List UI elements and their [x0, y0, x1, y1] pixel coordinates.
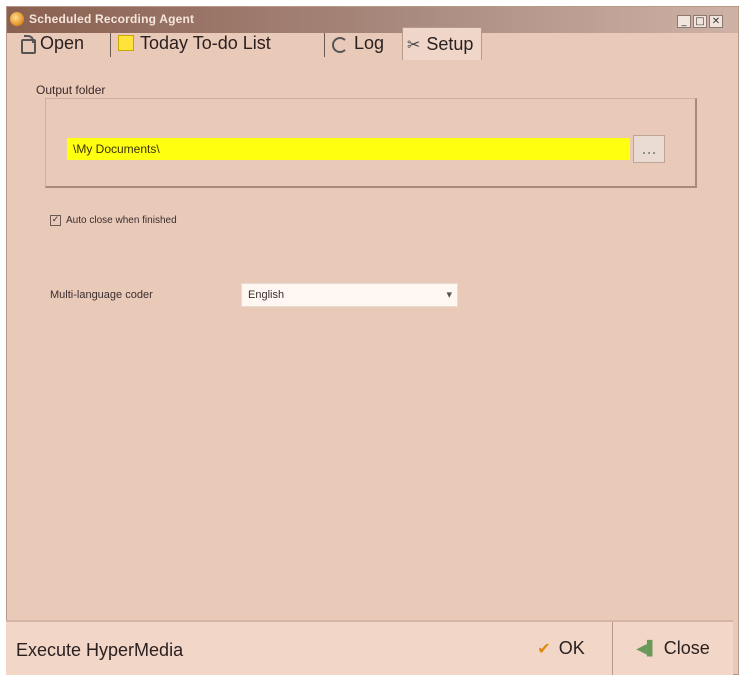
language-label: Multi-language coder — [50, 289, 153, 301]
tab-open-label: Open — [40, 32, 85, 53]
ok-label: OK — [558, 638, 585, 658]
exit-icon: ◀▌ — [636, 640, 658, 657]
language-select[interactable]: English ▾ — [241, 283, 458, 307]
tab-log-label: Log — [354, 32, 385, 53]
tab-setup-label: Setup — [426, 33, 474, 54]
output-folder-input[interactable] — [67, 138, 630, 160]
app-icon — [10, 12, 24, 26]
browse-folder-button[interactable]: … — [633, 135, 665, 163]
status-text: Execute HyperMedia — [16, 640, 184, 660]
todo-icon — [118, 35, 134, 51]
auto-close-checkbox[interactable]: ✓ — [50, 215, 61, 226]
tab-setup[interactable]: ✂ Setup — [402, 27, 483, 60]
folder-browse-icon: … — [641, 140, 657, 158]
chevron-down-icon: ▾ — [446, 288, 452, 301]
tab-todo-label: Today To-do List — [140, 32, 271, 53]
output-folder-label: Output folder — [36, 83, 106, 97]
language-value: English — [248, 289, 285, 301]
close-label: Close — [663, 638, 710, 658]
tab-open[interactable]: Open — [20, 27, 84, 59]
tab-separator — [324, 33, 325, 57]
log-icon — [330, 35, 348, 53]
ok-button[interactable]: ✔ OK — [510, 622, 613, 675]
tab-separator — [110, 33, 111, 57]
setup-icon: ✂ — [407, 34, 421, 54]
checkmark-icon: ✔ — [537, 639, 551, 658]
open-icon — [20, 35, 36, 54]
auto-close-label: Auto close when finished — [66, 215, 177, 226]
tab-log[interactable]: Log — [330, 27, 384, 59]
tab-bar: Open Today To-do List Log ✂ Setup — [6, 27, 726, 61]
auto-close-row[interactable]: ✓ Auto close when finished — [50, 215, 177, 226]
tab-today-todo-list[interactable]: Today To-do List — [118, 27, 271, 59]
close-button[interactable]: ◀▌ Close — [613, 622, 733, 675]
window-title: Scheduled Recording Agent — [29, 12, 195, 26]
